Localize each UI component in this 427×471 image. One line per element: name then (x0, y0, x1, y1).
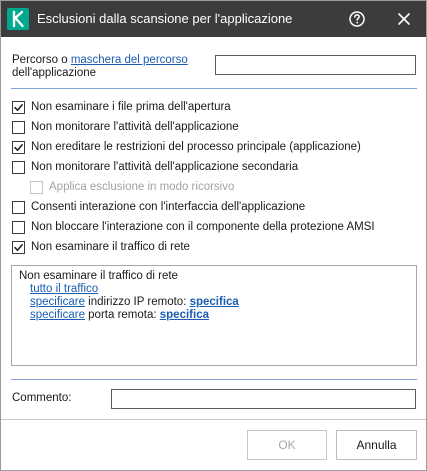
checkbox-checked[interactable] (12, 101, 25, 114)
specify-ip-link[interactable]: specificare (30, 296, 85, 308)
divider (11, 88, 417, 89)
checkbox-checked[interactable] (12, 141, 25, 154)
cancel-button[interactable]: Annulla (336, 430, 417, 460)
description-panel: Non esaminare il traffico di rete tutto … (11, 265, 417, 366)
option-label: Non monitorare l'attività dell'applicazi… (31, 121, 239, 133)
remote-ip-text: indirizzo IP remoto: (84, 296, 190, 308)
description-title: Non esaminare il traffico di rete (19, 270, 178, 282)
help-button[interactable] (346, 8, 368, 30)
help-circle-icon (349, 11, 365, 27)
checkmark-icon (14, 104, 23, 111)
dialog-title: Esclusioni dalla scansione per l'applica… (37, 11, 293, 26)
kaspersky-k-icon (7, 8, 29, 30)
option-label: Non bloccare l'interazione con il compon… (31, 221, 375, 233)
all-traffic-link[interactable]: tutto il traffico (30, 283, 98, 295)
title-bar: Esclusioni dalla scansione per l'applica… (1, 1, 426, 37)
description-line-port: specificare porta remota: specifica (30, 309, 209, 322)
footer-divider (1, 419, 426, 420)
checkmark-icon (14, 144, 23, 151)
ip-value-link[interactable]: specifica (190, 296, 239, 308)
close-icon (398, 13, 410, 25)
specify-port-link[interactable]: specificare (30, 309, 85, 321)
checkbox-checked[interactable] (12, 241, 25, 254)
path-label-prefix: Percorso o (12, 54, 71, 66)
option-label: Non esaminare il traffico di rete (31, 241, 190, 253)
divider (11, 379, 417, 380)
option-label: Non esaminare i file prima dell'apertura (31, 101, 231, 113)
path-label-suffix: dell'applicazione (12, 67, 97, 79)
option-label: Applica esclusione in modo ricorsivo (49, 181, 235, 193)
ok-button[interactable]: OK (247, 430, 327, 460)
checkbox[interactable] (12, 161, 25, 174)
path-mask-link[interactable]: maschera del percorso (71, 54, 188, 66)
path-label: Percorso o maschera del percorso dell'ap… (12, 54, 212, 80)
remote-port-text: porta remota: (84, 309, 160, 321)
option-label: Non ereditare le restrizioni del process… (31, 141, 361, 153)
checkbox[interactable] (12, 121, 25, 134)
checkbox (30, 181, 43, 194)
option-label: Non monitorare l'attività dell'applicazi… (31, 161, 299, 173)
port-value-link[interactable]: specifica (160, 309, 209, 321)
close-button[interactable] (393, 8, 415, 30)
path-input[interactable] (215, 55, 416, 75)
description-line-traffic: tutto il traffico (30, 283, 98, 296)
comment-input[interactable] (111, 389, 416, 409)
comment-label: Commento: (12, 392, 72, 404)
checkmark-icon (14, 244, 23, 251)
exclusion-dialog: Esclusioni dalla scansione per l'applica… (0, 0, 427, 471)
checkbox[interactable] (12, 201, 25, 214)
description-line-ip: specificare indirizzo IP remoto: specifi… (30, 296, 239, 309)
checkbox[interactable] (12, 221, 25, 234)
option-label: Consenti interazione con l'interfaccia d… (31, 201, 306, 213)
